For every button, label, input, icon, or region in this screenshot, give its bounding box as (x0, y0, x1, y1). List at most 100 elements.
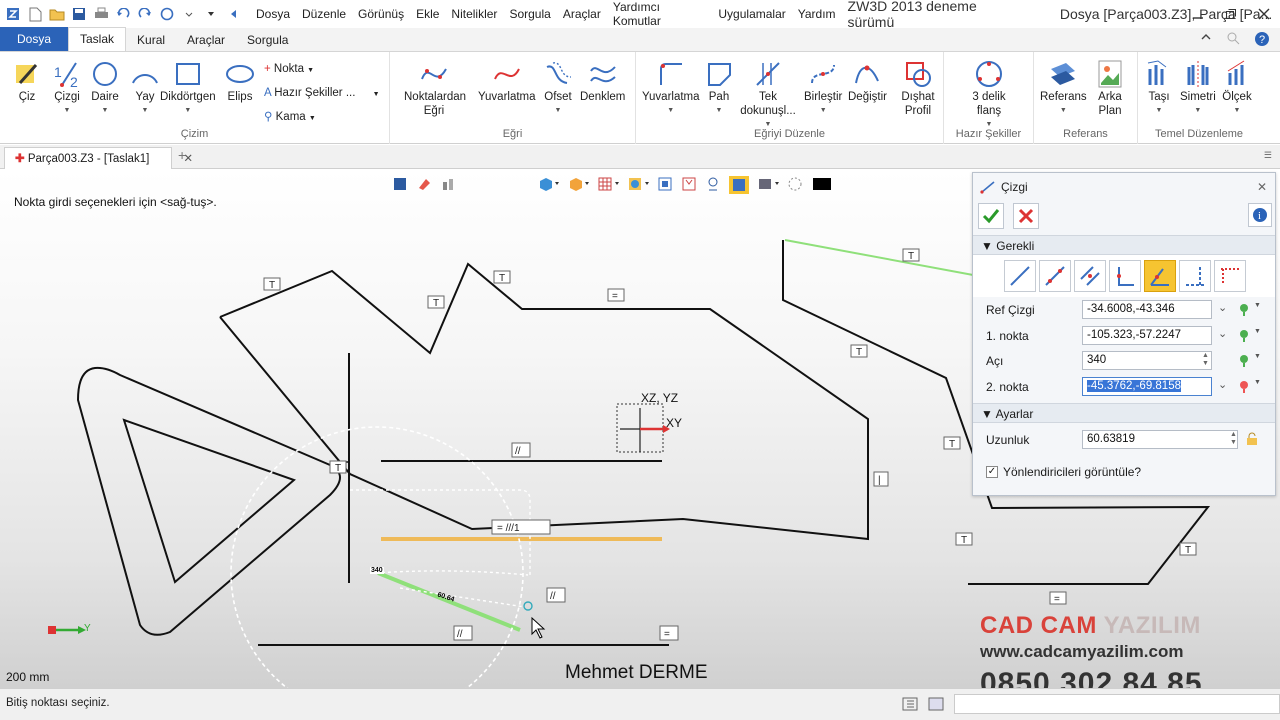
field-menu-icon[interactable]: ▼ (1254, 302, 1261, 309)
menu-sorgula[interactable]: Sorgula (503, 7, 556, 21)
pick-point-icon[interactable] (1237, 353, 1251, 367)
ok-button[interactable] (978, 203, 1004, 229)
mode-parallel-icon[interactable] (1074, 260, 1106, 292)
pick-point-icon[interactable] (1237, 302, 1251, 316)
cizgi-button[interactable]: 12 Çizgi ▼ (52, 58, 82, 118)
field-menu-icon[interactable]: ▼ (1254, 328, 1261, 335)
status-list-icon[interactable] (928, 697, 944, 711)
kama-button[interactable]: ⚲ Kama ▼ (264, 106, 380, 130)
egri-yuvarlatma-button[interactable]: Yuvarlatma (478, 58, 536, 104)
show-guides-checkbox[interactable]: ✓ Yönlendiricileri görüntüle? (986, 465, 1141, 479)
rectangle-icon (175, 63, 200, 85)
tab-file[interactable]: Dosya (0, 27, 68, 51)
nokta-2-input[interactable]: -45.3762,-69.8158 (1082, 376, 1212, 396)
dikdortgen-button[interactable]: Dikdörtgen ▼ (160, 58, 216, 118)
collapse-ribbon-icon[interactable] (1200, 31, 1212, 43)
document-tab[interactable]: ✚ Parça003.Z3 - [Taslak1] ✕ (4, 147, 193, 169)
expand-chevron-icon[interactable]: ⌄ (1218, 301, 1227, 314)
menu-yardim[interactable]: Yardım (792, 7, 842, 21)
spinner-icon[interactable]: ▲ ▼ (1230, 431, 1237, 447)
mode-horizontal-icon[interactable] (1179, 260, 1211, 292)
menu-uygulamalar[interactable]: Uygulamalar (712, 7, 791, 21)
mode-vertical-icon[interactable] (1214, 260, 1246, 292)
lock-icon[interactable] (1245, 432, 1259, 446)
save-icon[interactable] (70, 5, 88, 23)
menu-yardimci-komutlar[interactable]: Yardımcı Komutlar (607, 0, 713, 28)
search-icon[interactable] (1226, 31, 1240, 45)
qat-dropdown-icon[interactable] (180, 5, 198, 23)
tab-kural[interactable]: Kural (126, 29, 176, 51)
spinner-icon[interactable]: ▲ ▼ (1202, 352, 1209, 368)
tab-sorgula[interactable]: Sorgula (236, 29, 299, 51)
mode-two-point-icon[interactable] (1004, 260, 1036, 292)
status-grid-icon[interactable] (902, 697, 918, 711)
tab-menu-icon[interactable]: ☰ (1264, 150, 1272, 161)
menu-dosya[interactable]: Dosya (250, 7, 296, 21)
close-button[interactable] (1247, 0, 1280, 28)
hazir-sekiller-button[interactable]: A Hazır Şekiller ... ▼ (264, 82, 380, 106)
regen-icon[interactable] (158, 5, 176, 23)
pah-button[interactable]: Pah ▼ (704, 58, 734, 118)
ofset-button[interactable]: Ofset ▼ (543, 58, 573, 118)
mode-angle-icon[interactable] (1144, 260, 1176, 292)
redo-icon[interactable] (136, 5, 154, 23)
add-tab-icon[interactable]: + (178, 147, 186, 163)
pick-point-active-icon[interactable] (1237, 379, 1251, 393)
denklem-button[interactable]: Denklem (580, 58, 625, 104)
app-icon[interactable] (4, 5, 22, 23)
degistir-button[interactable]: Değiştir (848, 58, 887, 104)
ref-cizgi-input[interactable]: -34.6008,-43.346 (1082, 300, 1212, 319)
ciz-button[interactable]: Çiz (12, 58, 42, 118)
command-input[interactable] (954, 694, 1280, 714)
scale-icon (1227, 60, 1245, 85)
section-ayarlar[interactable]: ▼ Ayarlar (973, 403, 1275, 423)
simetri-button[interactable]: Simetri ▼ (1180, 58, 1216, 118)
minimize-button[interactable] (1181, 0, 1214, 28)
open-folder-icon[interactable] (48, 5, 66, 23)
daire-button[interactable]: Daire ▼ (90, 58, 120, 118)
info-button[interactable]: i (1248, 203, 1272, 227)
mode-perpendicular-icon[interactable] (1109, 260, 1141, 292)
uzunluk-input[interactable]: 60.63819 (1082, 430, 1238, 449)
print-icon[interactable] (92, 5, 110, 23)
yay-button[interactable]: Yay ▼ (130, 58, 160, 118)
dimension-angle[interactable]: 340 (370, 567, 384, 574)
menu-nitelikler[interactable]: Nitelikler (445, 7, 503, 21)
tek-dokunuslu-button[interactable]: Tek dokunuşl... ▼ (736, 58, 800, 132)
birlestir-button[interactable]: Birleştir ▼ (804, 58, 842, 118)
3-delik-flans-button[interactable]: 3 delik flanş ▼ (964, 58, 1014, 132)
cancel-button[interactable] (1013, 203, 1039, 229)
menu-gorunus[interactable]: Görünüş (352, 7, 410, 21)
tasi-button[interactable]: Taşı ▼ (1144, 58, 1174, 118)
olcek-button[interactable]: Ölçek ▼ (1222, 58, 1252, 118)
field-menu-icon[interactable]: ▼ (1254, 353, 1261, 360)
expand-chevron-icon[interactable]: ⌄ (1218, 327, 1227, 340)
panel-title: Çizgi (1001, 180, 1028, 194)
menu-ekle[interactable]: Ekle (410, 7, 445, 21)
mode-point-point-icon[interactable] (1039, 260, 1071, 292)
tab-taslak[interactable]: Taslak (68, 27, 127, 51)
menu-duzenle[interactable]: Düzenle (296, 7, 352, 21)
expand-chevron-icon[interactable]: ⌄ (1218, 378, 1227, 391)
noktalardan-egri-button[interactable]: Noktalardan Eğri (404, 58, 466, 118)
referans-button[interactable]: Referans ▼ (1040, 58, 1087, 118)
undo-icon[interactable] (114, 5, 132, 23)
duzenle-yuvarlatma-button[interactable]: Yuvarlatma ▼ (642, 58, 700, 118)
new-file-icon[interactable] (26, 5, 44, 23)
restore-button[interactable] (1214, 0, 1247, 28)
help-icon[interactable]: ? (1254, 31, 1270, 47)
aci-input[interactable]: 340 (1082, 351, 1212, 370)
back-arrow-icon[interactable] (224, 5, 242, 23)
panel-close-icon[interactable]: ✕ (1257, 173, 1267, 201)
field-menu-icon[interactable]: ▼ (1254, 379, 1261, 386)
qat-customize-icon[interactable] (202, 5, 220, 23)
elips-button[interactable]: Elips (225, 58, 255, 118)
nokta-button[interactable]: + Nokta ▼ (264, 58, 380, 82)
tab-araclar[interactable]: Araçlar (176, 29, 236, 51)
arka-plan-button[interactable]: Arka Plan (1092, 58, 1128, 118)
nokta-1-input[interactable]: -105.323,-57.2247 (1082, 325, 1212, 345)
dishat-profil-button[interactable]: Dışhat Profil (898, 58, 938, 118)
menu-araclar[interactable]: Araçlar (557, 7, 607, 21)
section-gerekli[interactable]: ▼ Gerekli (973, 235, 1275, 255)
pick-point-icon[interactable] (1237, 328, 1251, 342)
